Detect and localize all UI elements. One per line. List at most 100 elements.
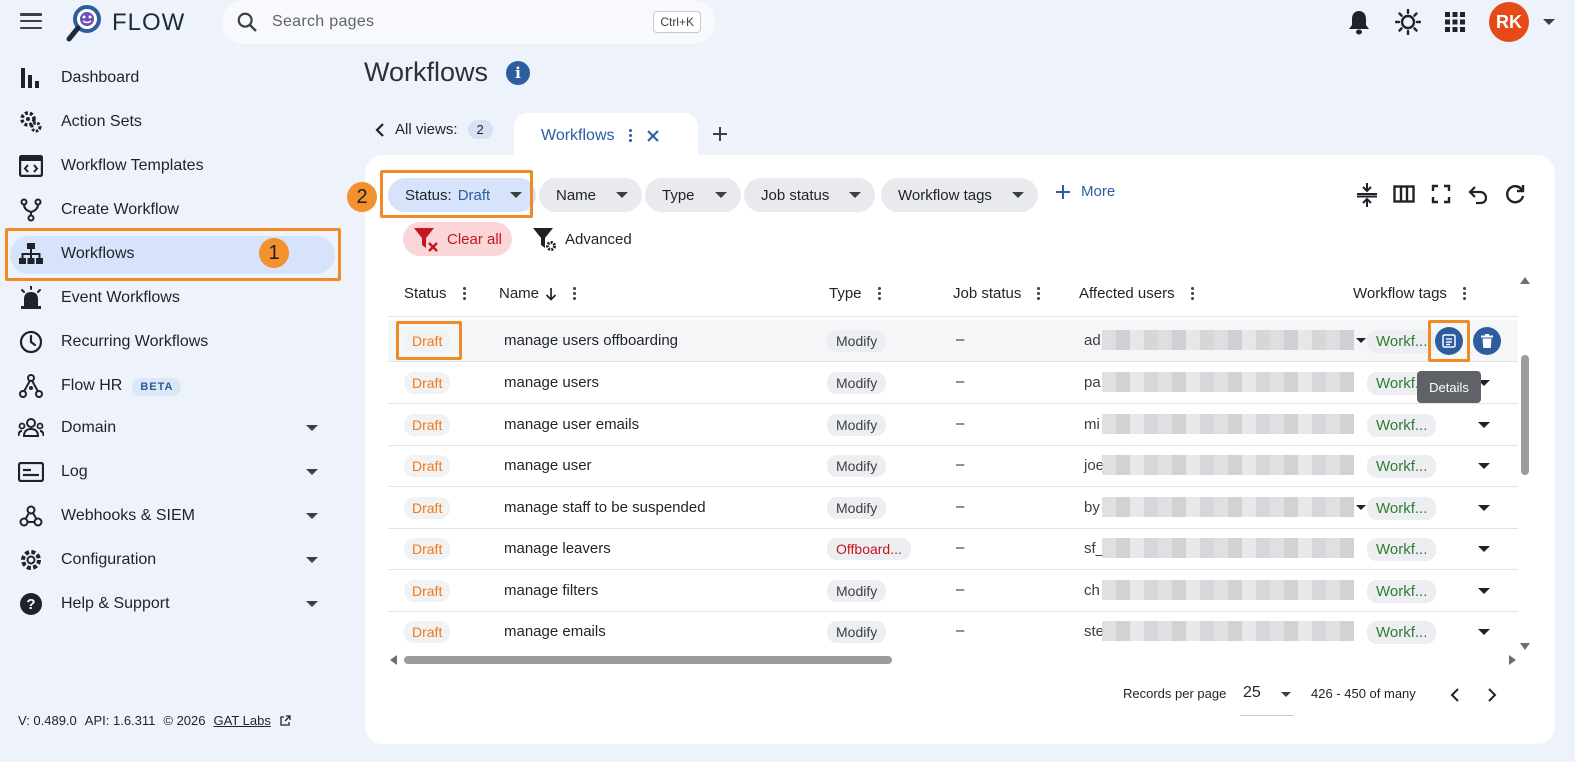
sidebar-item-domain[interactable]: Domain xyxy=(0,406,340,450)
column-header-affected-users[interactable]: Affected users xyxy=(1079,285,1194,302)
column-header-workflow-tags[interactable]: Workflow tags xyxy=(1353,285,1466,302)
filter-chip-workflow-tags[interactable]: Workflow tags xyxy=(881,178,1038,212)
chevron-down-icon[interactable] xyxy=(306,601,318,607)
apps-grid-icon[interactable] xyxy=(1445,12,1465,32)
filter-chip-job-status[interactable]: Job status xyxy=(744,178,876,212)
advanced-filter-button[interactable]: Advanced xyxy=(532,226,632,252)
row-expand-icon[interactable] xyxy=(1478,505,1490,511)
sidebar-item-webhooks-siem[interactable]: Webhooks & SIEM xyxy=(0,494,340,538)
redacted-users xyxy=(1102,330,1354,350)
horizontal-scroll-thumb[interactable] xyxy=(404,656,892,664)
sidebar-item-flow-hr[interactable]: Flow HR BETA xyxy=(0,364,340,408)
info-icon[interactable]: i xyxy=(506,60,531,85)
row-expand-icon[interactable] xyxy=(1478,546,1490,552)
row-expand-icon[interactable] xyxy=(1478,422,1490,428)
delete-button[interactable] xyxy=(1473,327,1501,355)
sidebar-item-help-support[interactable]: ? Help & Support xyxy=(0,582,340,626)
all-views-toggle[interactable]: All views: 2 xyxy=(375,120,493,139)
scroll-up-arrow-icon[interactable] xyxy=(1520,277,1530,284)
sidebar-item-create-workflow[interactable]: Create Workflow xyxy=(0,188,340,232)
chevron-down-icon[interactable] xyxy=(306,557,318,563)
chevron-down-icon[interactable] xyxy=(306,513,318,519)
refresh-icon[interactable] xyxy=(1504,183,1526,205)
table-row[interactable]: Draft manage users Modify – pa Workf... xyxy=(388,362,1518,404)
expand-users-icon[interactable] xyxy=(1356,505,1366,510)
scroll-down-arrow-icon[interactable] xyxy=(1520,643,1530,650)
details-button[interactable] xyxy=(1435,327,1463,355)
filter-chip-name[interactable]: Name xyxy=(539,178,643,212)
affected-users-value: pa xyxy=(1084,374,1101,391)
sidebar-item-action-sets[interactable]: Action Sets xyxy=(0,100,340,144)
expand-users-icon[interactable] xyxy=(1356,338,1366,343)
close-icon[interactable] xyxy=(646,129,660,143)
chevron-down-icon[interactable] xyxy=(306,469,318,475)
table-row[interactable]: Draft manage filters Modify – ch Workf..… xyxy=(388,570,1518,612)
app-name: FLOW xyxy=(112,9,186,36)
redacted-users xyxy=(1102,497,1354,517)
sort-arrow-down-icon[interactable] xyxy=(545,287,557,301)
add-view-icon[interactable] xyxy=(712,126,728,142)
columns-icon[interactable] xyxy=(1393,183,1415,205)
account-menu-chevron-icon[interactable] xyxy=(1543,19,1555,25)
search-input[interactable]: Search pages Ctrl+K xyxy=(222,0,715,44)
column-header-type[interactable]: Type xyxy=(829,285,881,302)
sidebar-item-log[interactable]: Log xyxy=(0,450,340,494)
search-shortcut: Ctrl+K xyxy=(653,11,701,33)
column-menu-icon[interactable] xyxy=(462,287,466,300)
bell-icon[interactable] xyxy=(1347,9,1371,35)
job-status-value: – xyxy=(956,456,965,473)
row-expand-icon[interactable] xyxy=(1478,588,1490,594)
records-per-page-select[interactable]: 25 xyxy=(1240,684,1294,716)
table-row[interactable]: Draft manage emails Modify – ste Workf..… xyxy=(388,611,1518,653)
clear-all-button[interactable]: Clear all xyxy=(403,222,512,256)
sidebar-item-workflows[interactable]: Workflows xyxy=(0,232,340,276)
sidebar-item-label: Event Workflows xyxy=(61,289,180,306)
column-header-name[interactable]: Name xyxy=(499,285,577,302)
filter-chip-status[interactable]: Status: Draft xyxy=(388,178,537,212)
more-filters-button[interactable]: More xyxy=(1055,183,1115,200)
column-menu-icon[interactable] xyxy=(1190,287,1194,300)
table-row[interactable]: Draft manage user emails Modify – mi Wor… xyxy=(388,404,1518,446)
column-menu-icon[interactable] xyxy=(1462,287,1466,300)
tab-workflows[interactable]: Workflows xyxy=(514,113,698,158)
fullscreen-icon[interactable] xyxy=(1430,183,1452,205)
table-row[interactable]: Draft manage leavers Offboard... – sf_ W… xyxy=(388,528,1518,570)
prev-page-icon[interactable] xyxy=(1450,687,1460,703)
menu-icon[interactable] xyxy=(20,11,42,31)
scroll-right-arrow-icon[interactable] xyxy=(1509,655,1516,665)
density-icon[interactable] xyxy=(1356,183,1378,207)
table-row[interactable]: Draft manage staff to be suspended Modif… xyxy=(388,487,1518,529)
table-row[interactable]: Draft manage user Modify – joe Workf... xyxy=(388,445,1518,487)
tab-menu-kebab-icon[interactable] xyxy=(628,129,632,142)
theme-toggle-icon[interactable] xyxy=(1395,9,1421,35)
sidebar-item-event-workflows[interactable]: Event Workflows xyxy=(0,276,340,320)
table-row[interactable]: Draft manage users offboarding Modify – … xyxy=(388,320,1518,362)
workflow-tag-badge: Workf... xyxy=(1367,621,1437,644)
type-badge: Modify xyxy=(827,372,887,394)
workflow-name: manage filters xyxy=(504,582,599,599)
sidebar-item-workflow-templates[interactable]: Workflow Templates xyxy=(0,144,340,188)
sidebar-item-configuration[interactable]: Configuration xyxy=(0,538,340,582)
type-badge: Modify xyxy=(827,330,887,352)
column-header-status[interactable]: Status xyxy=(404,285,466,302)
step-badge-2: 2 xyxy=(347,182,377,212)
gat-labs-link[interactable]: GAT Labs xyxy=(214,713,271,728)
column-header-job-status[interactable]: Job status xyxy=(953,285,1041,302)
app-logo[interactable]: FLOW xyxy=(66,3,185,43)
filter-chip-type[interactable]: Type xyxy=(645,178,741,212)
sidebar-item-recurring-workflows[interactable]: Recurring Workflows xyxy=(0,320,340,364)
scroll-left-arrow-icon[interactable] xyxy=(390,655,397,665)
row-expand-icon[interactable] xyxy=(1478,629,1490,635)
column-menu-icon[interactable] xyxy=(573,287,577,300)
row-expand-icon[interactable] xyxy=(1478,463,1490,469)
advanced-filter-icon xyxy=(533,228,556,251)
type-badge: Modify xyxy=(827,580,887,602)
chevron-down-icon[interactable] xyxy=(306,425,318,431)
undo-icon[interactable] xyxy=(1467,183,1489,205)
column-menu-icon[interactable] xyxy=(877,287,881,300)
vertical-scroll-thumb[interactable] xyxy=(1521,355,1529,475)
column-menu-icon[interactable] xyxy=(1037,287,1041,300)
user-avatar[interactable]: RK xyxy=(1489,2,1529,42)
next-page-icon[interactable] xyxy=(1487,687,1497,703)
sidebar-item-dashboard[interactable]: Dashboard xyxy=(0,56,340,100)
